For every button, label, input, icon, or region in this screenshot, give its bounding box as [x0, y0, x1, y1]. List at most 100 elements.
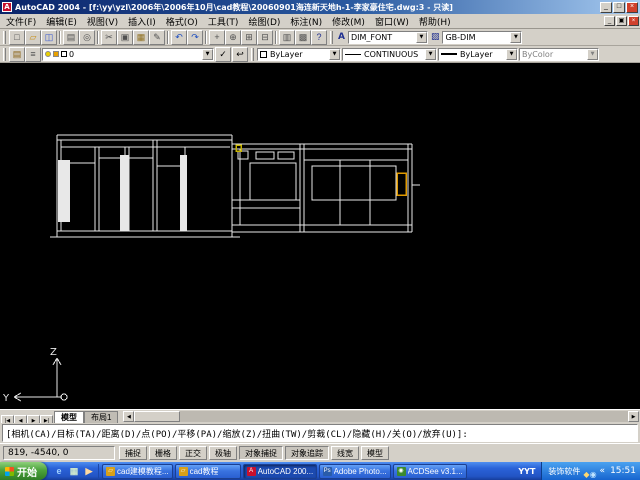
task-photoshop[interactable]: Ps Adobe Photo...	[318, 463, 391, 479]
toolbar-grip[interactable]	[3, 47, 6, 61]
lineweight-combo[interactable]: ByLayer ▼	[438, 47, 518, 61]
status-toggle-model[interactable]: 模型	[361, 446, 389, 460]
zoom-previous-icon[interactable]: ⊟	[257, 29, 273, 45]
dropdown-arrow-icon[interactable]: ▼	[415, 31, 427, 43]
status-toggle-snap[interactable]: 捕捉	[119, 446, 147, 460]
media-player-icon[interactable]: ▶	[82, 464, 96, 478]
status-toggle-osnap[interactable]: 对象捕捉	[239, 446, 283, 460]
doc-close-button[interactable]: ×	[628, 16, 639, 26]
menu-item-3[interactable]: 插入(I)	[123, 15, 161, 28]
scroll-left-icon[interactable]: ◀	[123, 411, 135, 422]
menu-item-8[interactable]: 修改(M)	[327, 15, 370, 28]
tray-icon-app[interactable]: ◉	[590, 470, 597, 479]
scrollbar-thumb[interactable]	[134, 411, 181, 422]
status-toggle-polar[interactable]: 极轴	[209, 446, 237, 460]
undo-icon[interactable]: ↶	[171, 29, 187, 45]
maximize-button[interactable]: □	[613, 1, 625, 13]
task-cad-tutorial[interactable]: ▱ cad教程	[174, 463, 241, 479]
color-value: ByLayer	[270, 49, 303, 59]
toolbar-grip[interactable]	[330, 30, 333, 44]
status-toggle-ortho[interactable]: 正交	[179, 446, 207, 460]
layer-combo[interactable]: 0 ▼	[42, 47, 214, 61]
doc-restore-button[interactable]: ▣	[616, 16, 627, 26]
coordinates-display[interactable]: 819, -4540, 0	[3, 446, 115, 460]
tab-layout1[interactable]: 布局1	[84, 411, 119, 423]
task-cad-tutorial-label: cad教程	[189, 466, 219, 476]
dim-style-combo[interactable]: GB-DIM ▼	[442, 30, 523, 44]
menu-item-5[interactable]: 工具(T)	[203, 15, 244, 28]
cut-icon[interactable]: ✂	[101, 29, 117, 45]
menu-item-7[interactable]: 标注(N)	[285, 15, 327, 28]
show-desktop-icon[interactable]: ▦	[67, 464, 81, 478]
plot-preview-icon-glyph: ◎	[83, 31, 91, 42]
task-acdsee-label: ACDSee v3.1...	[407, 466, 463, 476]
zoom-window-icon[interactable]: ⊞	[241, 29, 257, 45]
make-object-layer-current-icon[interactable]: ✓	[215, 46, 231, 62]
menu-item-4[interactable]: 格式(O)	[161, 15, 203, 28]
layer-states-icon[interactable]: ≡	[25, 46, 41, 62]
match-properties-icon[interactable]: ✎	[149, 29, 165, 45]
dropdown-arrow-icon[interactable]: ▼	[202, 48, 213, 60]
properties-icon[interactable]: ▥	[279, 29, 295, 45]
status-toggle-grid[interactable]: 栅格	[149, 446, 177, 460]
layers-toolbar-icons: ▤ ≡	[9, 46, 41, 62]
layer-manager-icon[interactable]: ▤	[9, 46, 25, 62]
menu-item-9[interactable]: 窗口(W)	[370, 15, 414, 28]
doc-minimize-button[interactable]: _	[604, 16, 615, 26]
task-cad-modeling-icon: ▱	[106, 466, 115, 476]
toolbar-grip[interactable]	[251, 47, 254, 61]
svg-text:Z: Z	[50, 347, 57, 358]
command-window[interactable]: [相机(CA)/目标(TA)/距离(D)/点(PO)/平移(PA)/缩放(Z)/…	[0, 423, 640, 443]
plot-preview-icon[interactable]: ◎	[79, 29, 95, 45]
copy-icon[interactable]: ▣	[117, 29, 133, 45]
horizontal-scrollbar[interactable]: ◀ ▶	[123, 411, 639, 422]
command-input-area[interactable]: [相机(CA)/目标(TA)/距离(D)/点(PO)/平移(PA)/缩放(Z)/…	[2, 424, 638, 442]
redo-icon[interactable]: ↷	[187, 29, 203, 45]
dropdown-arrow-icon[interactable]: ▼	[510, 31, 522, 43]
dropdown-arrow-icon[interactable]: ▼	[587, 48, 598, 60]
color-combo[interactable]: ByLayer ▼	[257, 47, 341, 61]
task-autocad[interactable]: A AutoCAD 200...	[242, 463, 317, 479]
tab-model[interactable]: 模型	[54, 411, 84, 423]
dropdown-arrow-icon[interactable]: ▼	[329, 48, 340, 60]
ie-icon[interactable]: e	[52, 464, 66, 478]
layer-previous-icon[interactable]: ↩	[232, 46, 248, 62]
menu-item-0[interactable]: 文件(F)	[1, 15, 41, 28]
pan-icon[interactable]: +	[209, 29, 225, 45]
menu-item-1[interactable]: 编辑(E)	[41, 15, 82, 28]
window-controls: _ □ ×	[600, 1, 638, 13]
paste-icon[interactable]: ▦	[133, 29, 149, 45]
dropdown-arrow-icon[interactable]: ▼	[506, 48, 517, 60]
zoom-realtime-icon[interactable]: ⊕	[225, 29, 241, 45]
new-icon[interactable]: □	[9, 29, 25, 45]
status-toggle-lwt[interactable]: 线宽	[331, 446, 359, 460]
scroll-right-icon[interactable]: ▶	[628, 411, 639, 422]
tray-app-label[interactable]: 装饰软件	[548, 466, 580, 477]
drawing-area[interactable]: ZY	[0, 63, 640, 409]
task-autocad-icon: A	[246, 466, 256, 476]
menu-item-6[interactable]: 绘图(D)	[243, 15, 285, 28]
menu-item-2[interactable]: 视图(V)	[82, 15, 123, 28]
close-button[interactable]: ×	[626, 1, 638, 13]
standard-toolbar-icons: □ ▱ ◫ ▤ ◎ ✂ ▣ ▦ ✎ ↶ ↷ + ⊕ ⊞ ⊟ ▥ ▩?	[9, 29, 327, 45]
save-icon[interactable]: ◫	[41, 29, 57, 45]
text-style-combo[interactable]: DIM_FONT ▼	[347, 30, 428, 44]
task-acdsee[interactable]: ◉ ACDSee v3.1...	[392, 463, 467, 479]
language-indicator[interactable]: YYT	[515, 467, 538, 476]
designcenter-icon[interactable]: ▩	[295, 29, 311, 45]
open-icon[interactable]: ▱	[25, 29, 41, 45]
task-cad-modeling-label: cad建模教程...	[117, 466, 169, 476]
minimize-button[interactable]: _	[600, 1, 612, 13]
tray-chevron-icon[interactable]: «	[600, 466, 606, 476]
status-toggle-otrack[interactable]: 对象追踪	[285, 446, 329, 460]
start-button[interactable]: 开始	[0, 462, 47, 480]
menu-item-10[interactable]: 帮助(H)	[414, 15, 456, 28]
plot-icon[interactable]: ▤	[63, 29, 79, 45]
toolbar-grip[interactable]	[3, 30, 6, 44]
dropdown-arrow-icon[interactable]: ▼	[425, 48, 436, 60]
help-icon[interactable]: ?	[311, 29, 327, 45]
plot-style-combo[interactable]: ByColor ▼	[519, 47, 599, 61]
linetype-combo[interactable]: CONTINUOUS ▼	[342, 47, 437, 61]
task-cad-modeling[interactable]: ▱ cad建模教程...	[102, 463, 173, 479]
task-cad-tutorial-icon: ▱	[178, 466, 188, 476]
